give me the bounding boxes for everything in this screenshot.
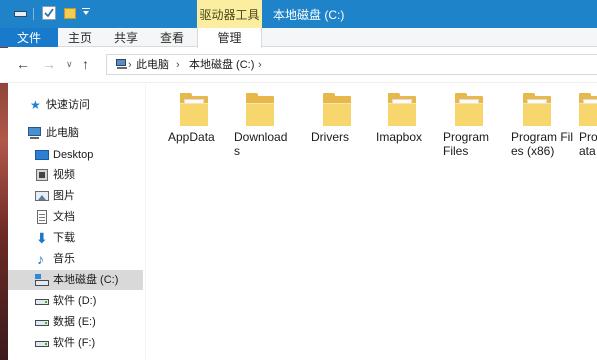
recent-locations-button[interactable]: ∨ — [66, 52, 73, 76]
sidebar-item-drive-e[interactable]: 数据 (E:) — [8, 312, 143, 332]
breadcrumb-chevron[interactable]: › — [176, 54, 180, 75]
sidebar-item-documents[interactable]: 文档 — [8, 207, 143, 227]
sidebar-item-label: 文档 — [53, 211, 75, 223]
music-icon: ♪ — [37, 251, 44, 267]
folder-item[interactable]: Pro ata — [579, 92, 597, 162]
sidebar-item-label: 本地磁盘 (C:) — [53, 274, 119, 286]
breadcrumb-chevron[interactable]: › — [258, 54, 262, 75]
tab-share[interactable]: 共享 — [114, 28, 138, 47]
sidebar-item-downloads[interactable]: ⬇ 下载 — [8, 228, 143, 248]
folder-name: Program Files — [443, 130, 490, 158]
sidebar-item-label: 软件 (D:) — [53, 295, 97, 307]
customize-toolbar-icon[interactable] — [82, 8, 90, 9]
quick-access-separator — [33, 8, 34, 20]
folder-name: AppData — [168, 130, 215, 144]
sidebar-item-videos[interactable]: 视频 — [8, 165, 143, 185]
sidebar-item-this-pc[interactable]: 此电脑 — [8, 123, 143, 143]
sidebar-item-pictures[interactable]: 图片 — [8, 186, 143, 206]
drive-icon — [35, 336, 49, 350]
breadcrumb-local-disk[interactable]: 本地磁盘 (C:) — [189, 54, 254, 75]
documents-icon — [35, 210, 49, 224]
tab-manage[interactable]: 管理 — [197, 28, 262, 48]
properties-checkbox-icon[interactable] — [42, 6, 56, 20]
contextual-tab-drive-tools: 驱动器工具 — [197, 0, 262, 28]
folder-item[interactable]: Program Files (x86) — [511, 92, 574, 162]
folder-item[interactable]: Drivers — [311, 92, 371, 162]
this-pc-icon — [116, 59, 128, 69]
folder-name: Program Files (x86) — [511, 130, 574, 158]
video-icon — [35, 168, 49, 182]
folder-item[interactable]: Downloads — [234, 92, 294, 162]
drive-icon — [35, 315, 49, 329]
folder-item[interactable]: AppData — [168, 92, 228, 162]
star-icon: ★ — [30, 98, 41, 112]
sidebar-item-label: Desktop — [53, 149, 94, 161]
folder-icon — [180, 92, 214, 126]
back-button[interactable]: ← — [16, 52, 30, 76]
sidebar-item-label: 视频 — [53, 169, 75, 181]
downloads-icon: ⬇ — [36, 230, 48, 246]
tab-file[interactable]: 文件 — [0, 28, 58, 47]
sidebar-item-label: 下载 — [53, 232, 75, 244]
sidebar-item-label: 快速访问 — [46, 99, 90, 111]
folder-item[interactable]: Imapbox — [376, 92, 436, 162]
sidebar-item-label: 软件 (F:) — [53, 337, 96, 349]
breadcrumb-this-pc[interactable]: 此电脑 — [136, 54, 169, 75]
folder-icon — [523, 92, 557, 126]
sidebar-item-label: 此电脑 — [46, 127, 79, 139]
pictures-icon — [35, 189, 49, 203]
folder-item[interactable]: Program Files — [443, 92, 503, 162]
this-pc-icon — [28, 126, 42, 140]
folder-icon — [323, 92, 357, 126]
sidebar-item-local-disk-c[interactable]: 本地磁盘 (C:) — [8, 270, 143, 290]
drive-icon — [35, 294, 49, 308]
breadcrumb-chevron[interactable]: › — [128, 54, 132, 75]
folder-name: Imapbox — [376, 130, 423, 144]
desktop-background — [0, 47, 8, 360]
up-button[interactable]: ↑ — [82, 52, 89, 76]
sidebar-item-label: 数据 (E:) — [53, 316, 96, 328]
tab-view[interactable]: 查看 — [160, 28, 184, 47]
local-disk-icon — [35, 273, 49, 287]
chevron-down-icon[interactable] — [83, 11, 89, 15]
folder-icon — [455, 92, 489, 126]
folder-name: Downloads — [234, 130, 288, 158]
desktop-icon — [35, 150, 49, 160]
folder-name: Pro ata — [579, 130, 597, 158]
new-folder-icon[interactable] — [64, 6, 78, 20]
folder-icon — [388, 92, 422, 126]
folder-icon — [246, 92, 280, 126]
folder-icon — [579, 92, 597, 126]
sidebar-item-quick-access[interactable]: ★ 快速访问 — [8, 95, 143, 115]
folder-name: Drivers — [311, 130, 349, 144]
window-title: 本地磁盘 (C:) — [273, 8, 345, 22]
drive-icon[interactable] — [14, 6, 28, 20]
forward-button[interactable]: → — [42, 52, 56, 76]
tab-home[interactable]: 主页 — [68, 28, 92, 47]
sidebar-item-label: 音乐 — [53, 253, 75, 265]
sidebar-item-desktop[interactable]: Desktop — [8, 145, 143, 165]
sidebar-item-drive-d[interactable]: 软件 (D:) — [8, 291, 143, 311]
sidebar-item-label: 图片 — [53, 190, 75, 202]
sidebar-item-music[interactable]: ♪ 音乐 — [8, 249, 143, 269]
sidebar-item-drive-f[interactable]: 软件 (F:) — [8, 333, 143, 353]
